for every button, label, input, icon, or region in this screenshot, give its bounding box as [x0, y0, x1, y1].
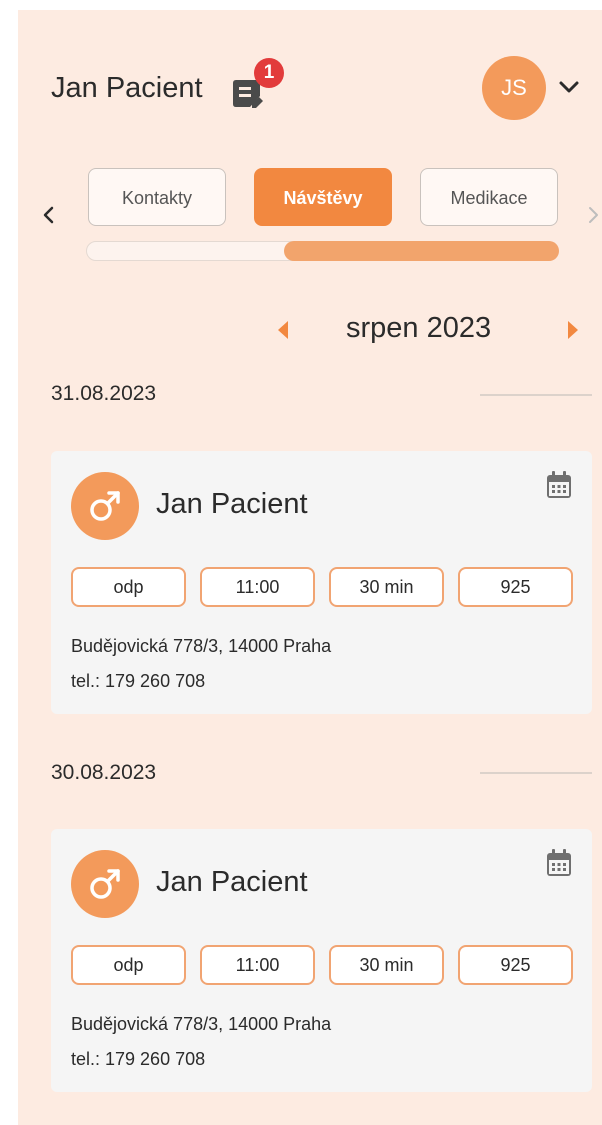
- visit-card[interactable]: Jan Pacient odp 11:00 30 min 925 Budějov…: [51, 829, 592, 1092]
- male-icon: [71, 850, 139, 918]
- month-label: srpen 2023: [346, 312, 492, 344]
- visit-date: 31.08.2023: [51, 382, 157, 405]
- notification-badge: 1: [254, 58, 284, 88]
- visit-code-chip: 925: [458, 945, 573, 985]
- tab-kontakty[interactable]: Kontakty: [88, 168, 226, 226]
- patient-name: Jan Pacient: [51, 72, 203, 104]
- visit-patient-name: Jan Pacient: [156, 488, 308, 520]
- tabs-next-icon[interactable]: [584, 202, 602, 228]
- tabs-scrollbar-thumb[interactable]: [284, 241, 559, 261]
- header: Jan Pacient 1 JS: [18, 10, 602, 160]
- visit-duration-chip: 30 min: [329, 945, 444, 985]
- visit-phone: tel.: 179 260 708: [71, 1049, 206, 1069]
- visit-code-chip: 925: [458, 567, 573, 607]
- visit-time-chip: 11:00: [200, 945, 315, 985]
- male-icon: [71, 472, 139, 540]
- avatar[interactable]: JS: [482, 56, 546, 120]
- calendar-icon[interactable]: [546, 470, 572, 500]
- visit-time-chip: 11:00: [200, 567, 315, 607]
- visit-address: Budějovická 778/3, 14000 Praha: [71, 636, 332, 656]
- date-divider: [480, 394, 592, 396]
- patient-app: Jan Pacient 1 JS Kontakty Návštěvy Medik…: [18, 10, 602, 1125]
- tab-navstevy[interactable]: Návštěvy: [254, 168, 392, 226]
- visit-patient-name: Jan Pacient: [156, 866, 308, 898]
- visit-phone: tel.: 179 260 708: [71, 671, 206, 691]
- visit-date: 30.08.2023: [51, 761, 157, 784]
- visit-type-chip: odp: [71, 945, 186, 985]
- visit-address: Budějovická 778/3, 14000 Praha: [71, 1014, 332, 1034]
- chevron-down-icon[interactable]: [558, 79, 580, 95]
- tabs-prev-icon[interactable]: [40, 202, 58, 228]
- month-prev-icon[interactable]: [276, 319, 290, 341]
- visit-duration-chip: 30 min: [329, 567, 444, 607]
- month-next-icon[interactable]: [566, 319, 580, 341]
- visit-type-chip: odp: [71, 567, 186, 607]
- tab-medikace[interactable]: Medikace: [420, 168, 558, 226]
- date-divider: [480, 772, 592, 774]
- visit-card[interactable]: Jan Pacient odp 11:00 30 min 925 Budějov…: [51, 451, 592, 714]
- calendar-icon[interactable]: [546, 848, 572, 878]
